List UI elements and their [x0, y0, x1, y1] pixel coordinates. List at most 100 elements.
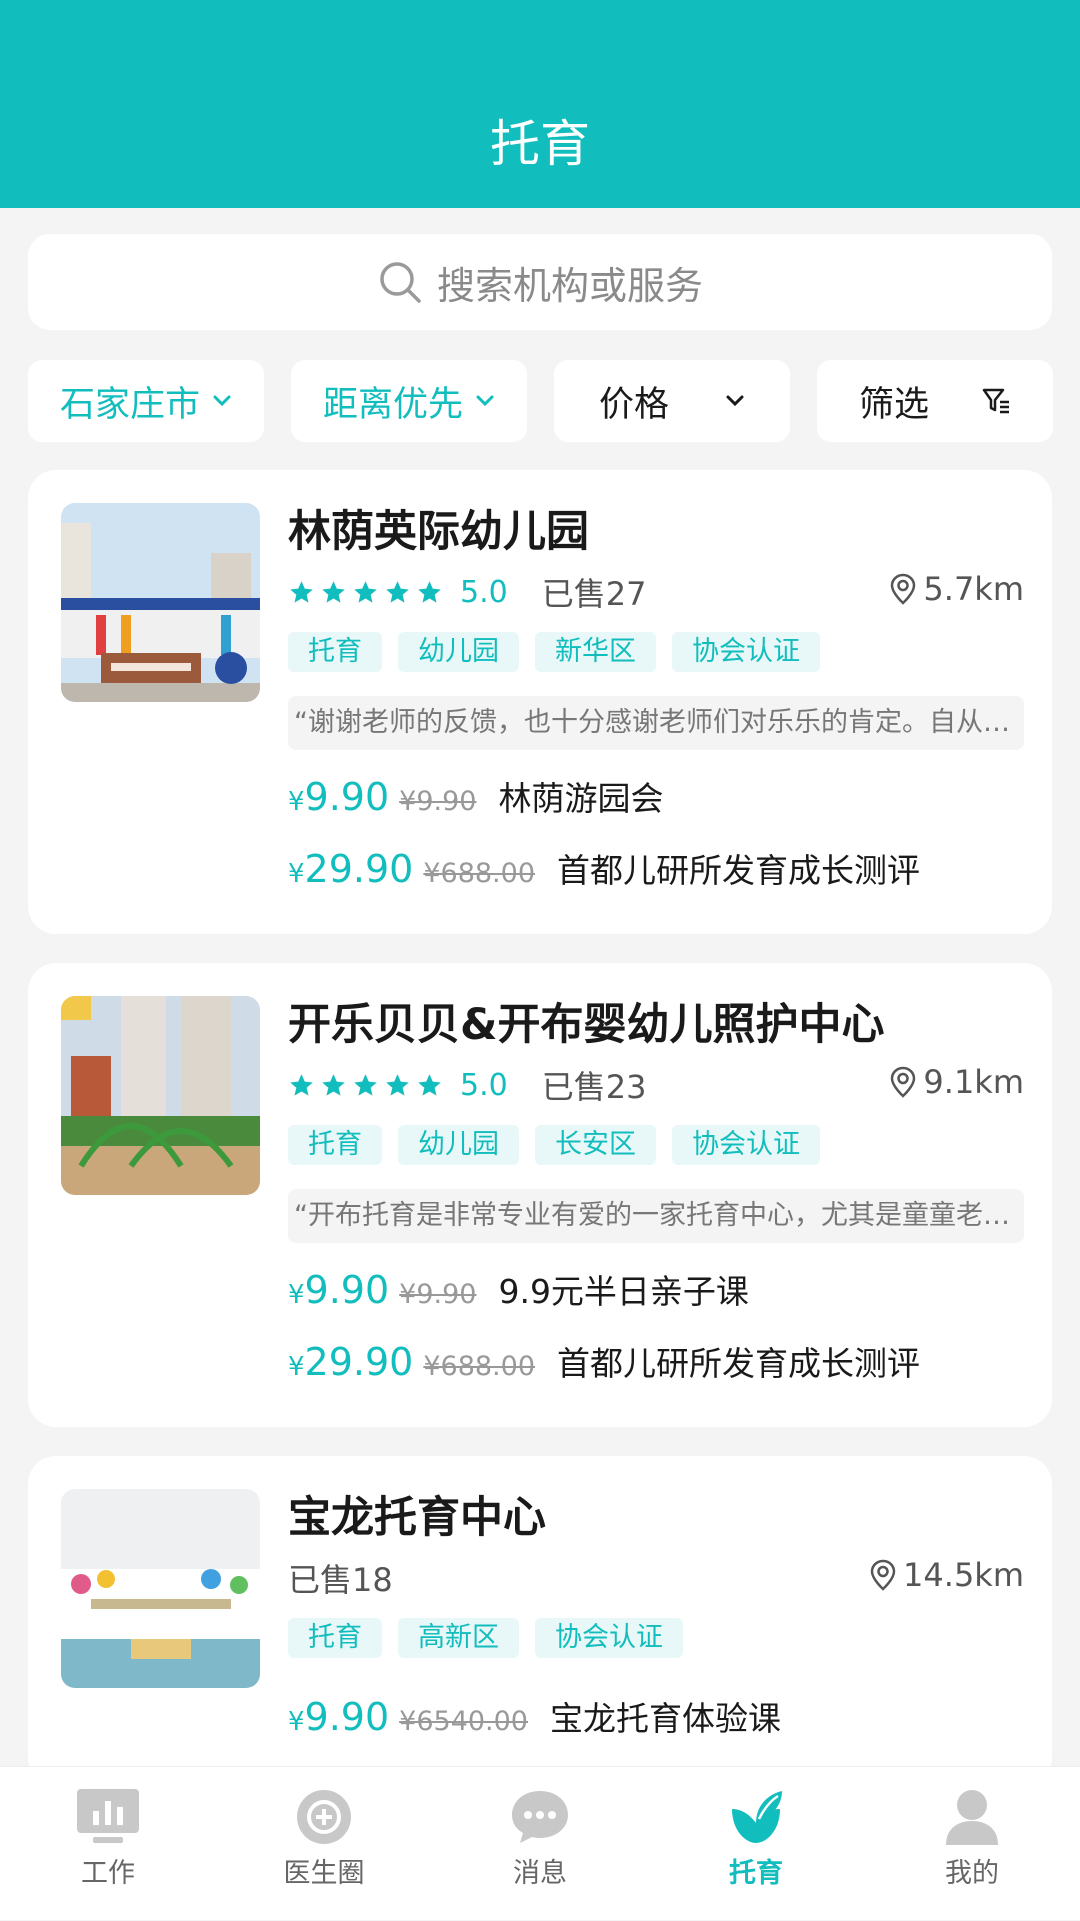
original-price: ¥9.90 [399, 786, 477, 817]
tag: 托育 [288, 1618, 382, 1658]
rating-value: 5.0 [460, 1067, 508, 1103]
chevron-down-icon [476, 395, 494, 407]
star-icon [354, 580, 377, 603]
institution-photo [61, 996, 260, 1195]
offer-price: 29.90 [304, 1340, 414, 1384]
offer-item[interactable]: ¥ 9.90 ¥6540.00 宝龙托育体验课 [288, 1692, 781, 1740]
distance: 9.1km [889, 1063, 1024, 1101]
doctor-circle-icon [297, 1790, 351, 1844]
tag: 协会认证 [672, 1125, 820, 1165]
app-header: 托育 [0, 0, 1080, 208]
star-icon [322, 1073, 345, 1096]
star-icon [322, 580, 345, 603]
offer-price: 9.90 [304, 1695, 390, 1739]
original-price: ¥9.90 [399, 1279, 477, 1310]
institution-name: 林荫英际幼儿园 [288, 507, 589, 557]
sold-count: 已售18 [288, 1561, 393, 1599]
location-pin-icon [870, 1559, 896, 1591]
tab-label: 托育 [729, 1858, 783, 1889]
filter-bar: 石家庄市 距离优先 价格 筛选 [28, 360, 1053, 442]
star-icon [386, 1073, 409, 1096]
offer-item[interactable]: ¥ 29.90 ¥688.00 首都儿研所发育成长测评 [288, 844, 920, 892]
offer-item[interactable]: ¥ 9.90 ¥9.90 9.9元半日亲子课 [288, 1265, 749, 1313]
filter-city-label: 石家庄市 [59, 384, 200, 425]
distance-value: 9.1km [923, 1063, 1024, 1101]
rating-stars [288, 1072, 448, 1099]
tag: 托育 [288, 632, 382, 672]
sprout-icon [732, 1791, 782, 1843]
tab-label: 消息 [513, 1858, 567, 1889]
star-icon [418, 1073, 441, 1096]
tab-label: 工作 [81, 1858, 135, 1889]
star-icon [290, 1073, 313, 1096]
tag: 协会认证 [535, 1618, 683, 1658]
distance: 14.5km [869, 1556, 1024, 1594]
distance-value: 5.7km [923, 570, 1024, 608]
original-price: ¥688.00 [423, 1351, 535, 1382]
tag-list: 托育 幼儿园 新华区 协会认证 [288, 632, 836, 672]
tag-list: 托育 高新区 协会认证 [288, 1618, 699, 1658]
offer-name: 首都儿研所发育成长测评 [557, 1344, 920, 1383]
original-price: ¥6540.00 [399, 1706, 528, 1737]
chevron-down-icon [213, 395, 231, 407]
tag: 高新区 [398, 1618, 519, 1658]
star-icon [418, 580, 441, 603]
tab-work[interactable]: 工作 [0, 1767, 216, 1921]
offer-name: 林荫游园会 [498, 779, 664, 818]
chat-bubble-icon [512, 1791, 568, 1843]
filter-price[interactable]: 价格 [554, 360, 790, 442]
institution-card[interactable]: 林荫英际幼儿园 5.0 已售27 5.7km 托育 幼儿园 新华区 协会认证 “… [28, 470, 1052, 934]
filter-city[interactable]: 石家庄市 [28, 360, 264, 442]
sold-count: 已售27 [541, 575, 647, 613]
tab-doctor-circle[interactable]: 医生圈 [216, 1767, 432, 1921]
tag: 长安区 [535, 1125, 656, 1165]
offer-name: 首都儿研所发育成长测评 [557, 851, 920, 890]
filter-price-label: 价格 [598, 384, 669, 425]
offer-name: 宝龙托育体验课 [550, 1699, 781, 1738]
user-icon [946, 1790, 998, 1845]
filter-sort-distance[interactable]: 距离优先 [291, 360, 527, 442]
tab-childcare[interactable]: 托育 [648, 1767, 864, 1921]
offer-price: 9.90 [304, 775, 390, 819]
location-pin-icon [891, 573, 916, 605]
search-icon [380, 262, 421, 303]
star-icon [290, 580, 313, 603]
tag: 协会认证 [672, 632, 820, 672]
page-title: 托育 [490, 115, 590, 173]
review-snippet: “谢谢老师的反馈，也十分感谢老师们对乐乐的肯定。自从… [288, 696, 1024, 750]
tab-label: 我的 [945, 1858, 999, 1889]
tab-label: 医生圈 [283, 1858, 365, 1889]
institution-card[interactable]: 宝龙托育中心 已售18 14.5km 托育 高新区 协会认证 ¥ 9.90 ¥6… [28, 1456, 1052, 1786]
rating-value: 5.0 [460, 574, 508, 610]
filter-more-label: 筛选 [858, 384, 929, 425]
institution-photo [61, 503, 260, 702]
offer-price: 29.90 [304, 847, 414, 891]
location-pin-icon [891, 1066, 916, 1098]
currency-symbol: ¥ [288, 787, 305, 817]
tag: 幼儿园 [398, 632, 519, 672]
offer-item[interactable]: ¥ 29.90 ¥688.00 首都儿研所发育成长测评 [288, 1337, 920, 1385]
institution-card[interactable]: 开乐贝贝&开布婴幼儿照护中心 5.0 已售23 9.1km 托育 幼儿园 长安区… [28, 963, 1052, 1427]
offer-item[interactable]: ¥ 9.90 ¥9.90 林荫游园会 [288, 772, 663, 820]
bottom-tab-bar: 工作 医生圈 消息 托育 我的 [0, 1766, 1080, 1920]
institution-name: 开乐贝贝&开布婴幼儿照护中心 [288, 1000, 885, 1050]
monitor-chart-icon [77, 1789, 139, 1843]
search-bar[interactable]: 搜索机构或服务 [28, 234, 1052, 330]
filter-more[interactable]: 筛选 [817, 360, 1053, 442]
sold-count: 已售23 [541, 1068, 647, 1106]
tag: 托育 [288, 1125, 382, 1165]
tab-mine[interactable]: 我的 [864, 1767, 1080, 1921]
currency-symbol: ¥ [288, 1280, 305, 1310]
tab-messages[interactable]: 消息 [432, 1767, 648, 1921]
review-snippet: “开布托育是非常专业有爱的一家托育中心，尤其是童童老… [288, 1189, 1024, 1243]
tag: 新华区 [535, 632, 656, 672]
institution-photo [61, 1489, 260, 1688]
currency-symbol: ¥ [288, 1707, 305, 1737]
currency-symbol: ¥ [288, 859, 305, 889]
currency-symbol: ¥ [288, 1352, 305, 1382]
tag: 幼儿园 [398, 1125, 519, 1165]
filter-sort-label: 距离优先 [322, 384, 463, 425]
search-placeholder: 搜索机构或服务 [436, 263, 703, 308]
original-price: ¥688.00 [423, 858, 535, 889]
rating-stars [288, 579, 448, 606]
